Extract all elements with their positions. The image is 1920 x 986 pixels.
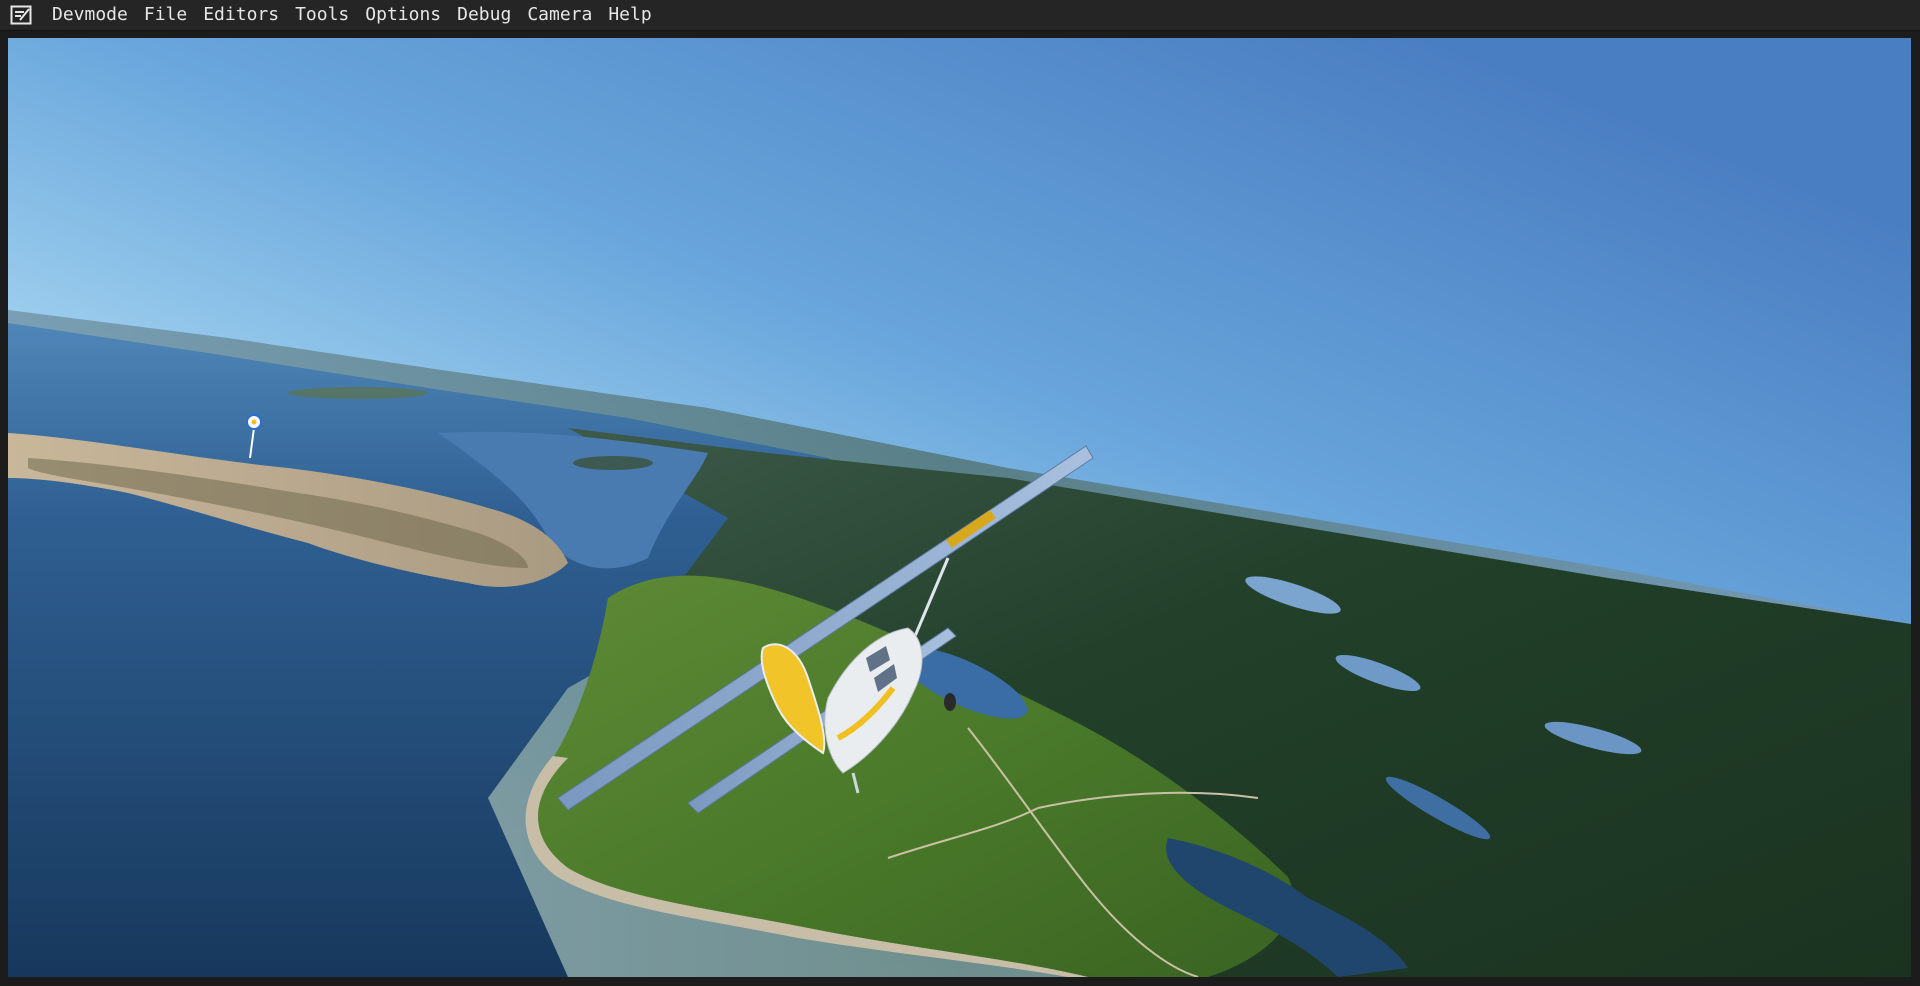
menu-help[interactable]: Help [600, 1, 659, 29]
menu-camera[interactable]: Camera [519, 1, 600, 29]
devmode-menubar: Devmode File Editors Tools Options Debug… [0, 0, 1920, 31]
simulator-viewport[interactable] [8, 38, 1911, 977]
devmode-notepad-icon[interactable] [8, 3, 34, 27]
aircraft-wheel [944, 693, 956, 711]
menu-tools[interactable]: Tools [287, 1, 357, 29]
menu-file[interactable]: File [136, 1, 195, 29]
horizon-island [573, 456, 653, 470]
menu-options[interactable]: Options [357, 1, 449, 29]
menu-devmode[interactable]: Devmode [44, 1, 136, 29]
horizon-island [288, 387, 428, 399]
menu-debug[interactable]: Debug [449, 1, 519, 29]
devmode-window: Devmode File Editors Tools Options Debug… [0, 0, 1920, 986]
menu-editors[interactable]: Editors [195, 1, 287, 29]
